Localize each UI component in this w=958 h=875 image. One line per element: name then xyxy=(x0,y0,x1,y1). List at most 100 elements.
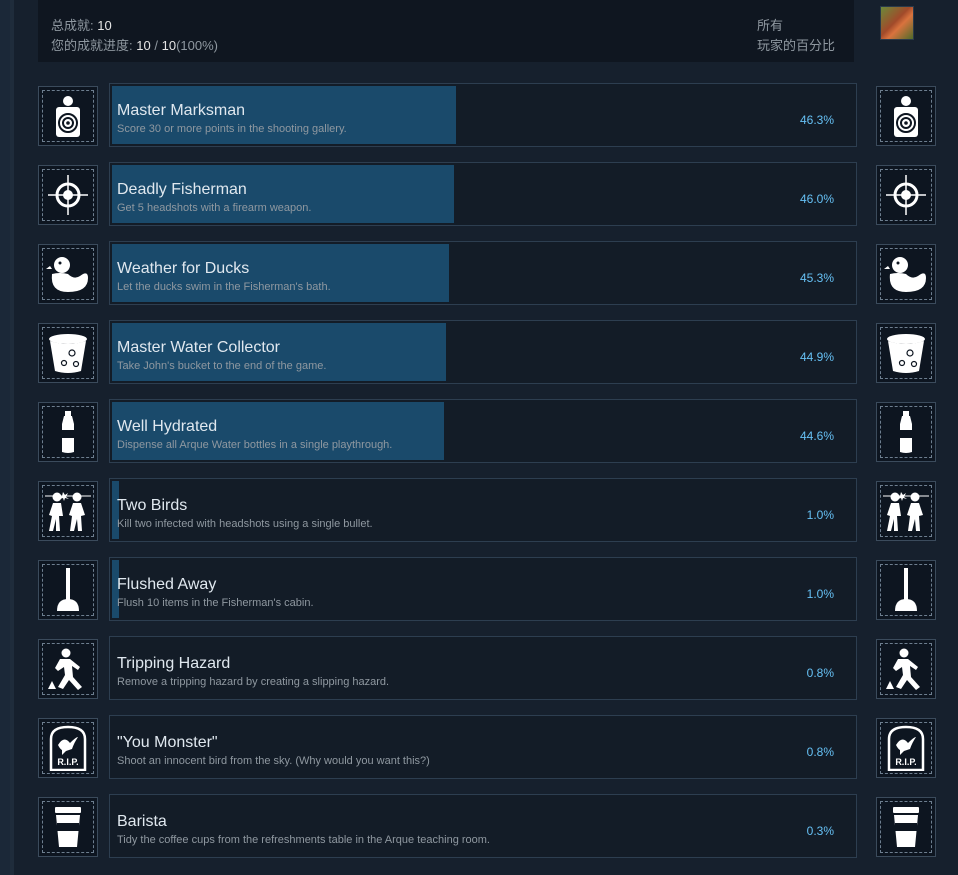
global-unlock-percent: 1.0% xyxy=(806,587,834,601)
icon-frame xyxy=(42,90,94,142)
achievement-description: Dispense all Arque Water bottles in a si… xyxy=(117,439,393,451)
achievement-row[interactable]: Flushed Away Flush 10 items in the Fisher… xyxy=(0,557,958,621)
icon-frame xyxy=(42,406,94,458)
crosshair-icon xyxy=(876,165,936,225)
achievement-card: "You Monster" Shoot an innocent bird from… xyxy=(109,715,857,779)
achievement-row[interactable]: Tripping Hazard Remove a tripping hazard … xyxy=(0,636,958,700)
achievement-title: Well Hydrated xyxy=(117,418,218,435)
progress-done: 10 xyxy=(136,38,151,53)
global-unlock-percent: 46.0% xyxy=(799,192,834,206)
achievement-row[interactable]: Barista Tidy the coffee cups from the ref… xyxy=(0,794,958,858)
global-unlock-percent: 44.9% xyxy=(799,350,834,364)
achievement-description: Flush 10 items in the Fisherman's cabin. xyxy=(117,597,314,609)
achievement-card: Barista Tidy the coffee cups from the ref… xyxy=(109,794,857,858)
icon-frame xyxy=(880,327,932,379)
achievement-card: Weather for Ducks Let the ducks swim in t… xyxy=(109,241,857,305)
icon-frame xyxy=(42,485,94,537)
slipping-person-icon xyxy=(38,639,98,699)
global-unlock-percent: 1.0% xyxy=(806,508,834,522)
icon-frame xyxy=(42,248,94,300)
achievement-card: Master Water Collector Take John's bucket… xyxy=(109,320,857,384)
achievement-title: Flushed Away xyxy=(117,576,217,593)
achievement-description: Kill two infected with headshots using a… xyxy=(117,518,373,530)
icon-frame xyxy=(880,564,932,616)
icon-frame xyxy=(880,801,932,853)
user-avatar[interactable] xyxy=(880,6,914,40)
icon-frame xyxy=(42,801,94,853)
global-unlock-percent: 45.3% xyxy=(799,271,834,285)
coffee-cup-icon xyxy=(876,797,936,857)
bird-gravestone-icon: R.I.P. xyxy=(876,718,936,778)
shooting-target-icon xyxy=(38,86,98,146)
achievement-card: Flushed Away Flush 10 items in the Fisher… xyxy=(109,557,857,621)
water-bottle-icon xyxy=(38,402,98,462)
global-percent-header-line1: 所有 xyxy=(757,18,784,33)
icon-frame xyxy=(880,643,932,695)
icon-frame: R.I.P. xyxy=(880,722,932,774)
achievement-summary: 总成就: 10 您的成就进度: 10 / 10(100%) 所有 玩家的百分比 xyxy=(38,0,854,62)
achievement-card: Two Birds Kill two infected with headshot… xyxy=(109,478,857,542)
achievement-title: Two Birds xyxy=(117,497,188,514)
plunger-icon xyxy=(876,560,936,620)
achievement-description: Take John's bucket to the end of the gam… xyxy=(117,360,327,372)
achievement-card: Master Marksman Score 30 or more points i… xyxy=(109,83,857,147)
icon-frame xyxy=(880,406,932,458)
progress-separator: / xyxy=(154,38,158,53)
total-value: 10 xyxy=(97,18,112,33)
two-infected-icon xyxy=(876,481,936,541)
progress-label: 您的成就进度: xyxy=(51,38,133,53)
plunger-icon xyxy=(38,560,98,620)
total-achievements: 总成就: 10 xyxy=(51,15,112,34)
achievement-row[interactable]: Two Birds Kill two infected with headshot… xyxy=(0,478,958,542)
achievement-title: Master Marksman xyxy=(117,102,246,119)
achievement-description: Score 30 or more points in the shooting … xyxy=(117,123,347,135)
achievement-description: Let the ducks swim in the Fisherman's ba… xyxy=(117,281,331,293)
achievement-row[interactable]: Weather for Ducks Let the ducks swim in t… xyxy=(0,241,958,305)
slipping-person-icon xyxy=(876,639,936,699)
global-unlock-percent: 44.6% xyxy=(799,429,834,443)
crosshair-icon xyxy=(38,165,98,225)
achievement-description: Tidy the coffee cups from the refreshmen… xyxy=(117,834,490,846)
achievement-title: Deadly Fisherman xyxy=(117,181,247,198)
achievement-card: Tripping Hazard Remove a tripping hazard … xyxy=(109,636,857,700)
achievement-title: "You Monster" xyxy=(117,734,218,751)
icon-frame xyxy=(880,169,932,221)
bucket-icon xyxy=(876,323,936,383)
global-percent-header-line2: 玩家的百分比 xyxy=(757,38,836,53)
progress-percent: (100%) xyxy=(176,38,218,53)
achievement-row[interactable]: Deadly Fisherman Get 5 headshots with a f… xyxy=(0,162,958,226)
achievement-description: Remove a tripping hazard by creating a s… xyxy=(117,676,390,688)
icon-frame xyxy=(42,564,94,616)
rubber-duck-icon xyxy=(876,244,936,304)
shooting-target-icon xyxy=(876,86,936,146)
global-unlock-percent: 46.3% xyxy=(799,113,834,127)
icon-frame xyxy=(880,90,932,142)
coffee-cup-icon xyxy=(38,797,98,857)
water-bottle-icon xyxy=(876,402,936,462)
global-unlock-percent: 0.3% xyxy=(806,824,834,838)
achievement-title: Weather for Ducks xyxy=(117,260,250,277)
achievement-row[interactable]: Master Marksman Score 30 or more points i… xyxy=(0,83,958,147)
achievement-title: Barista xyxy=(117,813,167,830)
global-unlock-percent: 0.8% xyxy=(806,666,834,680)
achievement-progress: 您的成就进度: 10 / 10(100%) xyxy=(51,35,218,54)
global-unlock-percent: 0.8% xyxy=(806,745,834,759)
achievement-row[interactable]: Well Hydrated Dispense all Arque Water bo… xyxy=(0,399,958,463)
achievement-title: Master Water Collector xyxy=(117,339,280,356)
icon-frame xyxy=(42,169,94,221)
achievement-card: Deadly Fisherman Get 5 headshots with a f… xyxy=(109,162,857,226)
rubber-duck-icon xyxy=(38,244,98,304)
achievement-row[interactable]: R.I.P. R.I.P. "You Monster" Shoot an innoce… xyxy=(0,715,958,779)
achievement-card: Well Hydrated Dispense all Arque Water bo… xyxy=(109,399,857,463)
progress-total: 10 xyxy=(161,38,177,53)
icon-frame xyxy=(880,248,932,300)
achievement-description: Shoot an innocent bird from the sky. (Wh… xyxy=(117,755,430,767)
icon-frame xyxy=(42,643,94,695)
svg-text:R.I.P.: R.I.P. xyxy=(57,757,78,767)
achievement-row[interactable]: Master Water Collector Take John's bucket… xyxy=(0,320,958,384)
bucket-icon xyxy=(38,323,98,383)
svg-text:R.I.P.: R.I.P. xyxy=(895,757,916,767)
total-label: 总成就: xyxy=(51,18,94,33)
two-infected-icon xyxy=(38,481,98,541)
icon-frame xyxy=(42,327,94,379)
